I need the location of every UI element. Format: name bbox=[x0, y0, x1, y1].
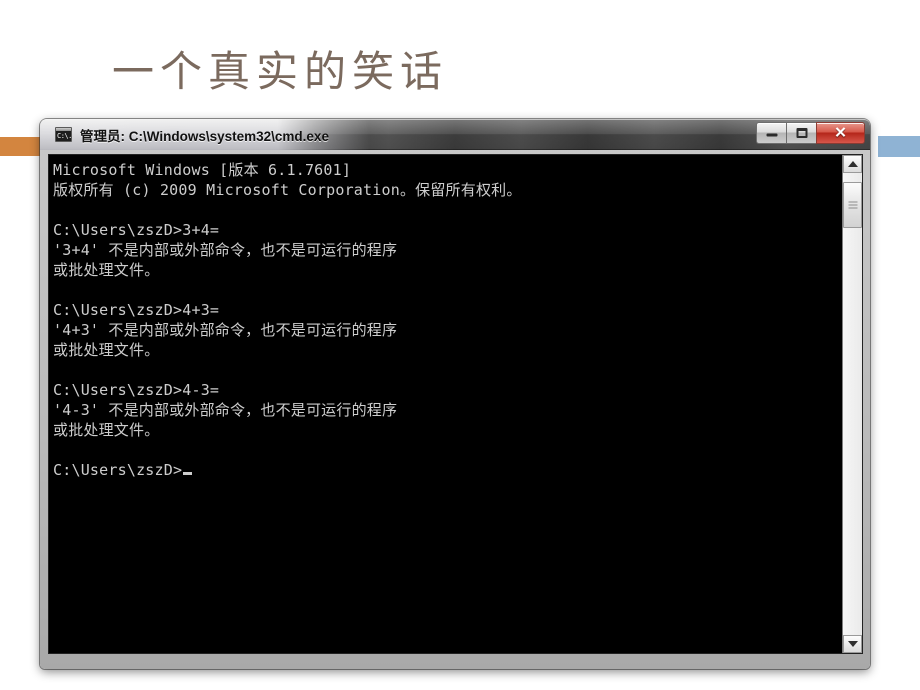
cmd-window: C:\. 管理员: C:\Windows\system32\cmd.exe ✕ … bbox=[40, 119, 870, 669]
scrollbar-thumb[interactable] bbox=[843, 182, 862, 229]
console-prompt-text: C:\Users\zszD> bbox=[53, 461, 183, 479]
chevron-up-icon bbox=[847, 161, 858, 167]
accent-bar-right bbox=[878, 136, 920, 157]
console-line: C:\Users\zszD>4-3= bbox=[53, 381, 220, 399]
console-client-area: Microsoft Windows [版本 6.1.7601] 版权所有 (c)… bbox=[48, 154, 863, 654]
cmd-exe-icon-glyph: C:\. bbox=[57, 132, 72, 140]
close-icon: ✕ bbox=[834, 124, 847, 142]
close-button[interactable]: ✕ bbox=[816, 122, 865, 144]
window-controls: ✕ bbox=[756, 122, 865, 144]
minimize-button[interactable] bbox=[756, 122, 786, 144]
scroll-up-button[interactable] bbox=[843, 155, 862, 173]
console-cursor bbox=[183, 472, 193, 475]
maximize-button[interactable] bbox=[786, 122, 816, 144]
maximize-icon bbox=[796, 128, 807, 138]
console-line: '3+4' 不是内部或外部命令，也不是可运行的程序 bbox=[53, 241, 398, 259]
console-line: 或批处理文件。 bbox=[53, 421, 160, 439]
console-line: 或批处理文件。 bbox=[53, 341, 160, 359]
console-line: 版权所有 (c) 2009 Microsoft Corporation。保留所有… bbox=[53, 181, 522, 199]
scrollbar-track[interactable] bbox=[843, 173, 862, 635]
chevron-down-icon bbox=[847, 641, 858, 647]
console-output[interactable]: Microsoft Windows [版本 6.1.7601] 版权所有 (c)… bbox=[49, 155, 842, 653]
scroll-down-button[interactable] bbox=[843, 635, 862, 653]
console-line: Microsoft Windows [版本 6.1.7601] bbox=[53, 161, 352, 179]
console-scrollbar[interactable] bbox=[842, 155, 862, 653]
cmd-exe-icon: C:\. bbox=[55, 127, 72, 142]
console-line: C:\Users\zszD>4+3= bbox=[53, 301, 220, 319]
slide-canvas: 一个真实的笑话 C:\. 管理员: C:\Windows\system32\cm… bbox=[0, 0, 920, 690]
console-line: '4+3' 不是内部或外部命令，也不是可运行的程序 bbox=[53, 321, 398, 339]
console-line: 或批处理文件。 bbox=[53, 261, 160, 279]
scrollbar-grip-icon bbox=[848, 200, 857, 211]
minimize-icon bbox=[766, 133, 777, 137]
window-title-text: 管理员: C:\Windows\system32\cmd.exe bbox=[80, 128, 329, 144]
accent-bar-left bbox=[0, 137, 42, 156]
console-prompt-line: C:\Users\zszD> bbox=[53, 460, 842, 480]
page-title: 一个真实的笑话 bbox=[112, 47, 449, 96]
window-titlebar[interactable]: C:\. 管理员: C:\Windows\system32\cmd.exe ✕ bbox=[40, 119, 870, 150]
console-line: '4-3' 不是内部或外部命令，也不是可运行的程序 bbox=[53, 401, 398, 419]
console-line: C:\Users\zszD>3+4= bbox=[53, 221, 220, 239]
